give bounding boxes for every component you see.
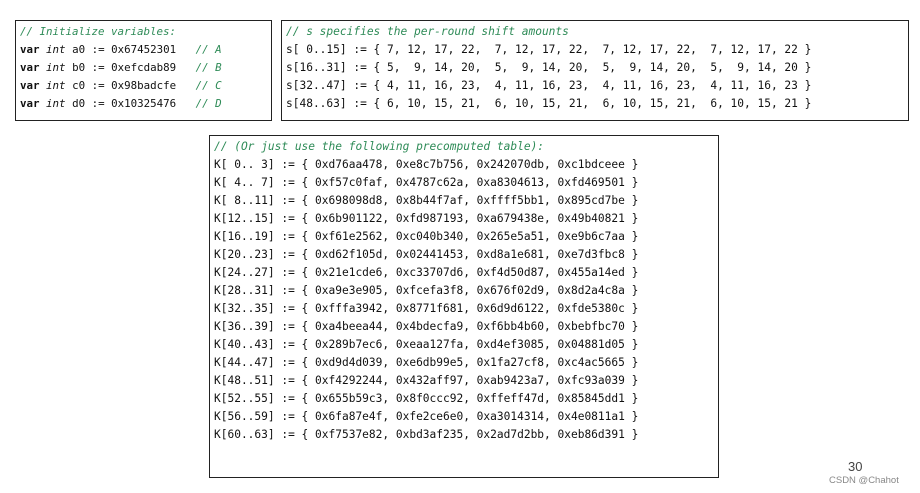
- int-type: int: [46, 43, 66, 56]
- var-assignment: d0 := 0x10325476: [72, 97, 177, 110]
- k-row: K[36..39] := { 0xa4beea44, 0x4bdecfa9, 0…: [214, 320, 639, 333]
- k-row: K[32..35] := { 0xfffa3942, 0x8771f681, 0…: [214, 302, 639, 315]
- k-row: K[44..47] := { 0xd9d4d039, 0xe6db99e5, 0…: [214, 356, 639, 369]
- var-comment: // B: [195, 61, 222, 74]
- k-row: K[28..31] := { 0xa9e3e905, 0xfcefa3f8, 0…: [214, 284, 639, 297]
- k-row: K[ 8..11] := { 0x698098d8, 0x8b44f7af, 0…: [214, 194, 639, 207]
- k-row: K[60..63] := { 0xf7537e82, 0xbd3af235, 0…: [214, 428, 639, 441]
- k-row: K[ 4.. 7] := { 0xf57c0faf, 0x4787c62a, 0…: [214, 176, 639, 189]
- k-row: K[ 0.. 3] := { 0xd76aa478, 0xe8c7b756, 0…: [214, 158, 639, 171]
- source-credit: CSDN @Chahot: [829, 475, 899, 486]
- k-row: K[56..59] := { 0x6fa87e4f, 0xfe2ce6e0, 0…: [214, 410, 639, 423]
- var-line-a: var int a0 := 0x67452301 // A: [20, 41, 271, 59]
- k-row: K[48..51] := { 0xf4292244, 0x432aff97, 0…: [214, 374, 639, 387]
- var-keyword: var: [20, 79, 40, 92]
- precomputed-table-code-box: // (Or just use the following precompute…: [209, 135, 719, 478]
- shift-comment: // s specifies the per-round shift amoun…: [286, 25, 569, 38]
- vars-comment: // Initialize variables:: [20, 25, 177, 38]
- shift-row: s[16..31] := { 5, 9, 14, 20, 5, 9, 14, 2…: [286, 61, 812, 74]
- int-type: int: [46, 97, 66, 110]
- var-comment: // A: [195, 43, 222, 56]
- var-line-b: var int b0 := 0xefcdab89 // B: [20, 59, 271, 77]
- shift-row: s[32..47] := { 4, 11, 16, 23, 4, 11, 16,…: [286, 79, 812, 92]
- page-number: 30: [848, 459, 863, 474]
- k-row: K[52..55] := { 0x655b59c3, 0x8f0ccc92, 0…: [214, 392, 639, 405]
- shift-row: s[ 0..15] := { 7, 12, 17, 22, 7, 12, 17,…: [286, 43, 812, 56]
- shift-row: s[48..63] := { 6, 10, 15, 21, 6, 10, 15,…: [286, 97, 812, 110]
- var-assignment: a0 := 0x67452301: [72, 43, 177, 56]
- int-type: int: [46, 61, 66, 74]
- variables-code-box: // Initialize variables: var int a0 := 0…: [15, 20, 272, 121]
- k-row: K[20..23] := { 0xd62f105d, 0x02441453, 0…: [214, 248, 639, 261]
- shift-amounts-code-box: // s specifies the per-round shift amoun…: [281, 20, 909, 121]
- var-comment: // D: [195, 97, 222, 110]
- k-row: K[24..27] := { 0x21e1cde6, 0xc33707d6, 0…: [214, 266, 639, 279]
- int-type: int: [46, 79, 66, 92]
- table-comment: // (Or just use the following precompute…: [214, 140, 545, 153]
- k-row: K[16..19] := { 0xf61e2562, 0xc040b340, 0…: [214, 230, 639, 243]
- var-assignment: b0 := 0xefcdab89: [72, 61, 177, 74]
- var-assignment: c0 := 0x98badcfe: [72, 79, 177, 92]
- var-line-c: var int c0 := 0x98badcfe // C: [20, 77, 271, 95]
- k-row: K[12..15] := { 0x6b901122, 0xfd987193, 0…: [214, 212, 639, 225]
- k-row: K[40..43] := { 0x289b7ec6, 0xeaa127fa, 0…: [214, 338, 639, 351]
- var-keyword: var: [20, 97, 40, 110]
- var-keyword: var: [20, 61, 40, 74]
- var-keyword: var: [20, 43, 40, 56]
- var-comment: // C: [195, 79, 222, 92]
- var-line-d: var int d0 := 0x10325476 // D: [20, 95, 271, 113]
